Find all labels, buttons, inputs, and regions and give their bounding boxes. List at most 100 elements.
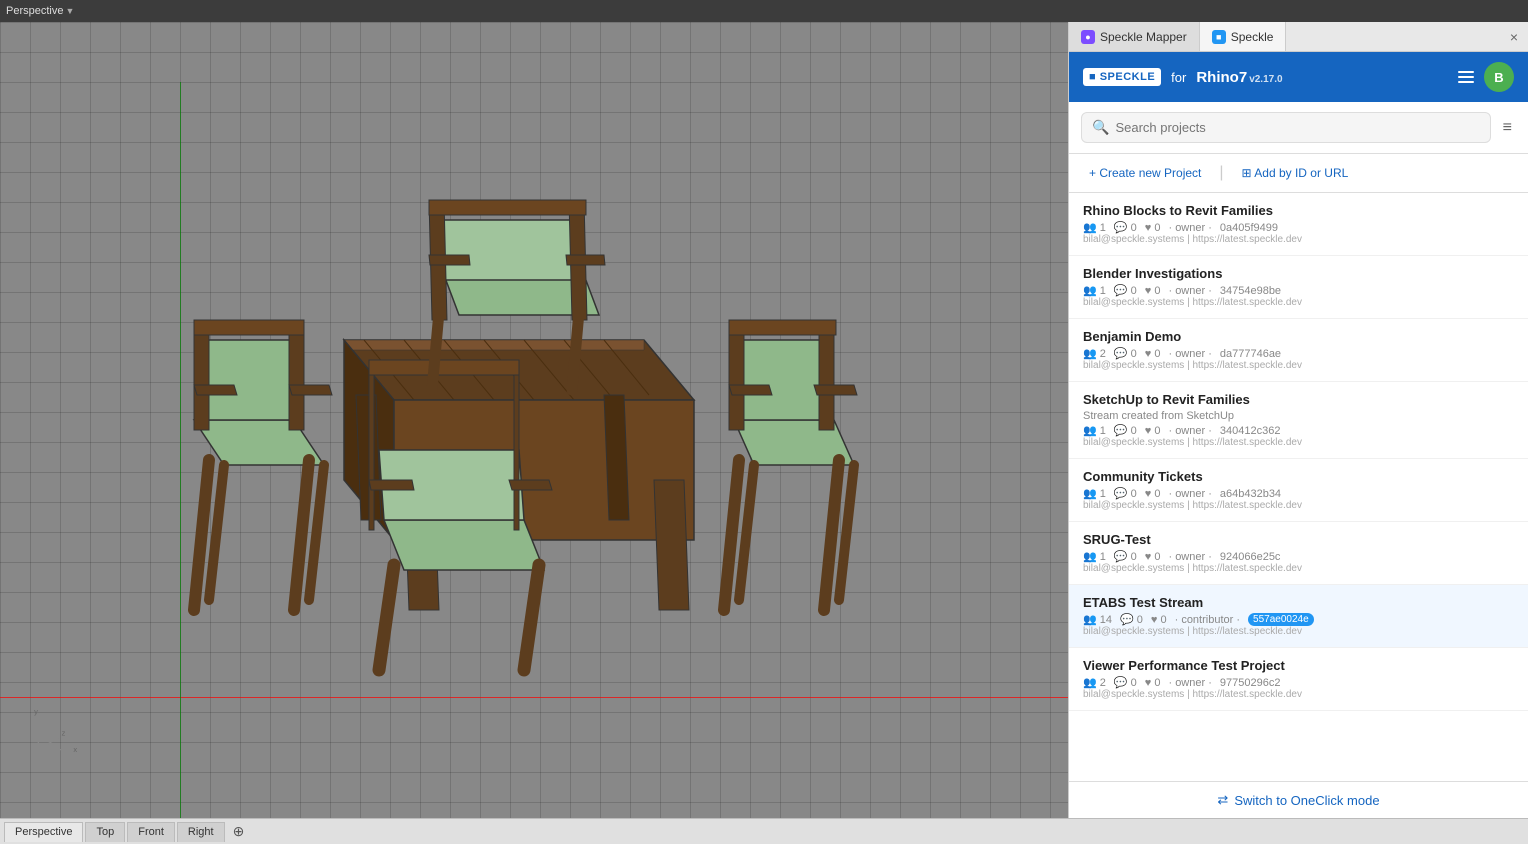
furniture-3d-scene <box>94 120 894 720</box>
project-name: SRUG-Test <box>1083 532 1514 547</box>
project-name: Community Tickets <box>1083 469 1514 484</box>
header-menu-icon[interactable] <box>1458 71 1474 83</box>
create-project-label: + Create new Project <box>1089 166 1201 180</box>
switch-oneclick-button[interactable]: ⇄ Switch to OneClick mode <box>1217 792 1379 808</box>
project-item-1[interactable]: Blender Investigations 👥 1 💬 0 ♥ 0 · own… <box>1069 256 1528 319</box>
switch-icon: ⇄ <box>1217 792 1228 808</box>
speckle-mapper-tab-label: Speckle Mapper <box>1100 30 1187 44</box>
project-url: bilal@speckle.systems | https://latest.s… <box>1083 437 1514 448</box>
svg-text:z: z <box>62 729 66 738</box>
panel-bottom: ⇄ Switch to OneClick mode <box>1069 781 1528 818</box>
project-item-2[interactable]: Benjamin Demo 👥 2 💬 0 ♥ 0 · owner · da77… <box>1069 319 1528 382</box>
project-role: · owner · <box>1168 222 1211 234</box>
project-url: bilal@speckle.systems | https://latest.s… <box>1083 360 1514 371</box>
project-id: 34754e98be <box>1220 285 1281 297</box>
likes-count: ♥ 0 <box>1145 222 1161 234</box>
project-id: a64b432b34 <box>1220 488 1281 500</box>
project-item-0[interactable]: Rhino Blocks to Revit Families 👥 1 💬 0 ♥… <box>1069 193 1528 256</box>
add-by-id-label: ⊞ Add by ID or URL <box>1242 166 1349 180</box>
add-viewport-button[interactable]: ⊕ <box>227 821 251 842</box>
project-name: Benjamin Demo <box>1083 329 1514 344</box>
comments-count: 💬 0 <box>1114 284 1137 297</box>
project-item-6[interactable]: ETABS Test Stream 👥 14 💬 0 ♥ 0 · contrib… <box>1069 585 1528 648</box>
perspective-text: Perspective <box>6 5 63 17</box>
search-input-wrap: 🔍 <box>1081 112 1491 143</box>
project-url: bilal@speckle.systems | https://latest.s… <box>1083 297 1514 308</box>
project-url: bilal@speckle.systems | https://latest.s… <box>1083 234 1514 245</box>
comments-count: 💬 0 <box>1114 487 1137 500</box>
comments-count: 💬 0 <box>1114 550 1137 563</box>
filter-icon[interactable]: ≡ <box>1499 115 1516 141</box>
svg-text:x: x <box>73 745 77 754</box>
project-meta: 👥 14 💬 0 ♥ 0 · contributor · 557ae0024e <box>1083 613 1514 626</box>
tab-front[interactable]: Front <box>127 822 175 842</box>
project-item-4[interactable]: Community Tickets 👥 1 💬 0 ♥ 0 · owner · … <box>1069 459 1528 522</box>
project-meta: 👥 1 💬 0 ♥ 0 · owner · 34754e98be <box>1083 284 1514 297</box>
members-count: 👥 14 <box>1083 613 1112 626</box>
project-role: · owner · <box>1168 677 1211 689</box>
likes-count: ♥ 0 <box>1151 614 1167 626</box>
main-content: x y z ● Speckle Mapper ■ Speckle × ■ SPE… <box>0 22 1528 818</box>
search-area: 🔍 ≡ <box>1069 102 1528 154</box>
project-name: Blender Investigations <box>1083 266 1514 281</box>
project-id: 0a405f9499 <box>1220 222 1278 234</box>
members-count: 👥 2 <box>1083 347 1106 360</box>
tab-right[interactable]: Right <box>177 822 225 842</box>
likes-count: ♥ 0 <box>1145 348 1161 360</box>
project-id: da777746ae <box>1220 348 1281 360</box>
speckle-header: ■ SPECKLE for Rhino7v2.17.0 B <box>1069 52 1528 102</box>
project-role: · contributor · <box>1175 614 1240 626</box>
switch-label: Switch to OneClick mode <box>1234 793 1379 808</box>
project-role: · owner · <box>1168 551 1211 563</box>
comments-count: 💬 0 <box>1114 347 1137 360</box>
speckle-app-name: Rhino7v2.17.0 <box>1196 69 1282 86</box>
project-meta: 👥 1 💬 0 ♥ 0 · owner · a64b432b34 <box>1083 487 1514 500</box>
project-id: 97750296c2 <box>1220 677 1281 689</box>
project-item-3[interactable]: SketchUp to Revit Families Stream create… <box>1069 382 1528 459</box>
likes-count: ♥ 0 <box>1145 425 1161 437</box>
project-name: SketchUp to Revit Families <box>1083 392 1514 407</box>
project-meta: 👥 1 💬 0 ♥ 0 · owner · 340412c362 <box>1083 424 1514 437</box>
project-item-7[interactable]: Viewer Performance Test Project 👥 2 💬 0 … <box>1069 648 1528 711</box>
project-meta: 👥 1 💬 0 ♥ 0 · owner · 924066e25c <box>1083 550 1514 563</box>
add-by-id-button[interactable]: ⊞ Add by ID or URL <box>1234 162 1357 184</box>
panel-close-button[interactable]: × <box>1500 25 1528 49</box>
comments-count: 💬 0 <box>1114 424 1137 437</box>
action-divider: | <box>1219 164 1223 182</box>
right-panel: ● Speckle Mapper ■ Speckle × ■ SPECKLE f… <box>1068 22 1528 818</box>
likes-count: ♥ 0 <box>1145 488 1161 500</box>
project-id: 924066e25c <box>1220 551 1281 563</box>
bottom-tabs: Perspective Top Front Right ⊕ <box>0 818 1528 844</box>
project-role: · owner · <box>1168 348 1211 360</box>
project-id: 340412c362 <box>1220 425 1281 437</box>
perspective-view-label[interactable]: Perspective ▼ <box>0 3 80 19</box>
panel-tabs: ● Speckle Mapper ■ Speckle × <box>1069 22 1528 52</box>
project-subtitle: Stream created from SketchUp <box>1083 410 1514 422</box>
project-item-5[interactable]: SRUG-Test 👥 1 💬 0 ♥ 0 · owner · 924066e2… <box>1069 522 1528 585</box>
speckle-for-text: for <box>1171 70 1186 85</box>
speckle-mapper-tab-icon: ● <box>1081 30 1095 44</box>
project-url: bilal@speckle.systems | https://latest.s… <box>1083 626 1514 637</box>
viewport[interactable]: x y z <box>0 22 1068 818</box>
avatar[interactable]: B <box>1484 62 1514 92</box>
likes-count: ♥ 0 <box>1145 677 1161 689</box>
project-role: · owner · <box>1168 425 1211 437</box>
tab-perspective[interactable]: Perspective <box>4 822 83 842</box>
speckle-version: v2.17.0 <box>1249 74 1282 85</box>
speckle-tab-icon: ■ <box>1212 30 1226 44</box>
perspective-dropdown-arrow[interactable]: ▼ <box>65 6 74 16</box>
axes-indicator: x y z <box>30 708 80 758</box>
members-count: 👥 1 <box>1083 284 1106 297</box>
svg-text:y: y <box>34 708 38 716</box>
header-right-actions: B <box>1458 62 1514 92</box>
tab-speckle[interactable]: ■ Speckle <box>1200 22 1287 51</box>
project-role: · owner · <box>1168 285 1211 297</box>
tab-speckle-mapper[interactable]: ● Speckle Mapper <box>1069 22 1200 51</box>
tab-top[interactable]: Top <box>85 822 125 842</box>
project-name: Rhino Blocks to Revit Families <box>1083 203 1514 218</box>
project-name: Viewer Performance Test Project <box>1083 658 1514 673</box>
project-meta: 👥 1 💬 0 ♥ 0 · owner · 0a405f9499 <box>1083 221 1514 234</box>
project-name: ETABS Test Stream <box>1083 595 1514 610</box>
search-input[interactable] <box>1115 120 1479 135</box>
create-project-button[interactable]: + Create new Project <box>1081 162 1209 184</box>
